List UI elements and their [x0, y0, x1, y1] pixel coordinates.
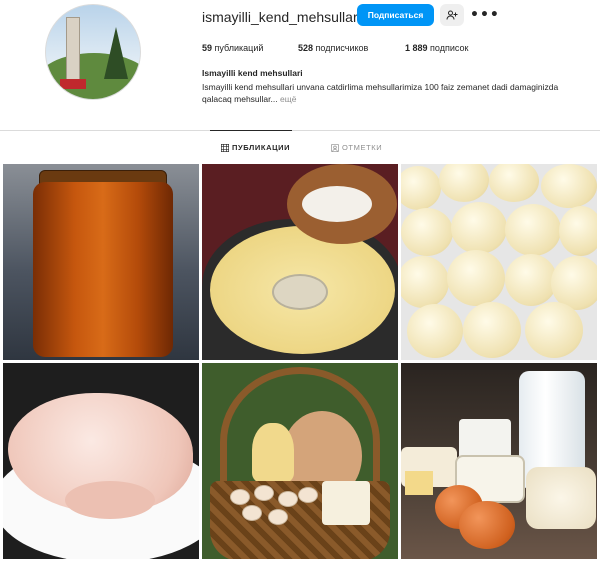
- more-dots-icon: •••: [470, 7, 500, 23]
- bio-text: Ismayilli kend mehsullari unvana catdirl…: [202, 82, 559, 104]
- egg: [268, 509, 288, 525]
- tab-posts-label: ПУБЛИКАЦИИ: [232, 143, 291, 152]
- dough-ball: [447, 250, 505, 306]
- tab-tagged-label: ОТМЕТКИ: [342, 143, 383, 152]
- dough-ball: [559, 206, 597, 256]
- profile-username: ismayilli_kend_mehsullari: [202, 9, 361, 25]
- egg: [254, 485, 274, 501]
- dough-ball: [401, 208, 453, 256]
- dough-ball: [401, 166, 441, 210]
- post-thumbnail-chicken[interactable]: [3, 363, 199, 559]
- more-options-button[interactable]: •••: [470, 4, 499, 26]
- dough-ball: [463, 302, 521, 358]
- posts-label: публикаций: [212, 43, 264, 53]
- grid-icon: [221, 143, 229, 152]
- following-label: подписок: [427, 43, 469, 53]
- post-thumbnail-dough-balls[interactable]: [401, 164, 597, 360]
- profile-header: ismayilli_kend_mehsullari Подписаться ••…: [0, 0, 600, 130]
- tab-tagged[interactable]: ОТМЕТКИ: [331, 143, 382, 152]
- avatar-tree: [104, 27, 128, 79]
- dough-ball: [489, 164, 539, 202]
- tag-icon: [331, 143, 339, 152]
- cheese-block: [322, 481, 370, 525]
- cheese-wheel: [526, 467, 596, 529]
- dough-ball: [407, 304, 463, 358]
- dough-ball: [451, 202, 507, 254]
- flour: [302, 186, 372, 222]
- avatar[interactable]: [45, 4, 141, 100]
- profile-full-name: Ismayilli kend mehsullari: [202, 68, 303, 78]
- butter-roll: [252, 423, 294, 483]
- avatar-sign-base: [60, 79, 86, 89]
- egg: [242, 505, 262, 521]
- following-stat[interactable]: 1 889 подписок: [405, 43, 468, 53]
- dough-ball: [505, 204, 561, 256]
- avatar-sign: [66, 17, 80, 87]
- dough-ball: [505, 254, 557, 306]
- posts-count: 59: [202, 43, 213, 53]
- tab-posts[interactable]: ПУБЛИКАЦИИ: [221, 143, 290, 152]
- post-thumbnail-milk-pot[interactable]: [202, 164, 398, 360]
- post-thumbnail-basket[interactable]: [202, 363, 398, 559]
- bio-more-link[interactable]: ещё: [278, 94, 296, 104]
- person-plus-icon: [446, 10, 458, 20]
- egg: [298, 487, 318, 503]
- posts-count-stat: 59 публикаций: [202, 43, 263, 53]
- suggest-accounts-button[interactable]: [440, 4, 464, 26]
- follow-button[interactable]: Подписаться: [357, 4, 434, 26]
- egg: [230, 489, 250, 505]
- active-tab-indicator: [210, 130, 292, 131]
- brown-egg: [459, 501, 515, 549]
- tabs-divider: [0, 130, 600, 131]
- dough-ball: [525, 302, 583, 358]
- egg: [278, 491, 298, 507]
- followers-stat[interactable]: 528 подписчиков: [298, 43, 368, 53]
- dough-ball: [541, 164, 597, 208]
- butter-block: [405, 471, 433, 495]
- followers-label: подписчиков: [313, 43, 369, 53]
- honey-jar: [33, 182, 173, 357]
- dough-ball: [439, 164, 489, 202]
- dough-ball: [401, 256, 449, 308]
- chicken-leg: [65, 481, 155, 519]
- following-count: 1 889: [405, 43, 428, 53]
- followers-count: 528: [298, 43, 314, 53]
- profile-bio: Ismayilli kend mehsullari unvana catdirl…: [202, 81, 582, 105]
- ladle: [272, 274, 328, 310]
- post-thumbnail-honey[interactable]: [3, 164, 199, 360]
- post-thumbnail-dairy[interactable]: [401, 363, 597, 559]
